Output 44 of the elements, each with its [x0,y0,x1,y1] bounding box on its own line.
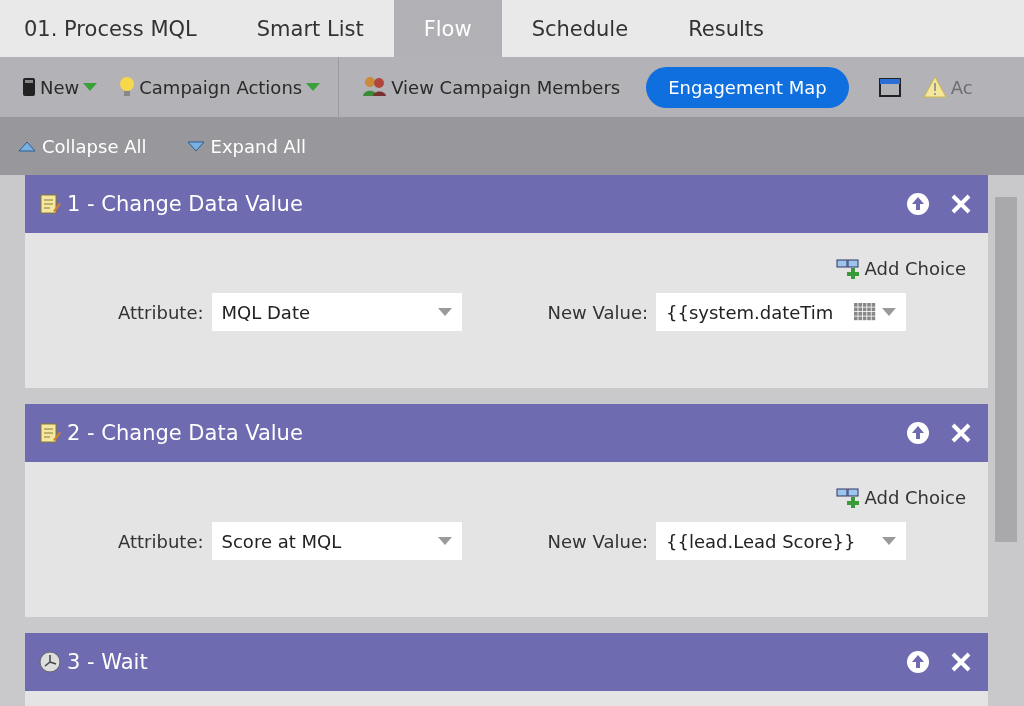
dropdown-caret-icon [437,537,452,545]
caret-icon [83,83,98,91]
people-icon [361,76,388,98]
toolbar-button[interactable]: Campaign Actions [115,76,335,98]
tab[interactable]: Smart List [226,0,394,57]
close-icon[interactable] [950,651,972,673]
toolbar-button[interactable]: View Campaign Members [357,76,635,98]
step-title: 1 - Change Data Value [67,192,304,216]
tab[interactable]: Results [658,0,794,57]
triangle-up-icon [18,140,36,152]
close-icon[interactable] [950,193,972,215]
warning-icon [922,76,947,98]
field-label: Attribute: [118,530,204,552]
dropdown-caret-icon [437,308,452,316]
window-icon [878,77,901,97]
field-label: New Value: [547,301,649,323]
attribute-dropdown[interactable]: Score at MQL [211,522,462,560]
step-title: 2 - Change Data Value [67,421,304,445]
value-dropdown[interactable]: {{lead.Lead Score}} [656,522,907,560]
close-icon[interactable] [950,422,972,444]
toolbar-button[interactable]: New [18,76,112,98]
move-up-icon[interactable] [906,192,930,216]
add-choice-button[interactable]: Add Choice [836,257,966,279]
notepad-icon [39,422,61,444]
triangle-down-icon [186,140,205,152]
step-title: 3 - Wait [67,650,149,674]
move-up-icon[interactable] [906,650,930,674]
notepad-icon [39,193,61,215]
value-dropdown[interactable]: {{system.dateTim [656,293,907,331]
tab[interactable]: 01. Process MQL [0,0,227,57]
calendar-icon[interactable] [854,303,877,321]
tab[interactable]: Schedule [501,0,659,57]
attribute-dropdown[interactable]: MQL Date [211,293,462,331]
caret-icon [306,83,321,91]
dropdown-caret-icon [882,537,897,545]
add-choice-button[interactable]: Add Choice [836,486,966,508]
lightbulb-icon [119,76,136,98]
book-icon [22,77,36,97]
clock-icon [39,651,61,673]
move-up-icon[interactable] [906,421,930,445]
field-label: Attribute: [118,301,204,323]
dropdown-caret-icon [882,308,897,316]
engagement-map-button[interactable]: Engagement Map [646,66,849,108]
field-label: New Value: [547,530,649,552]
